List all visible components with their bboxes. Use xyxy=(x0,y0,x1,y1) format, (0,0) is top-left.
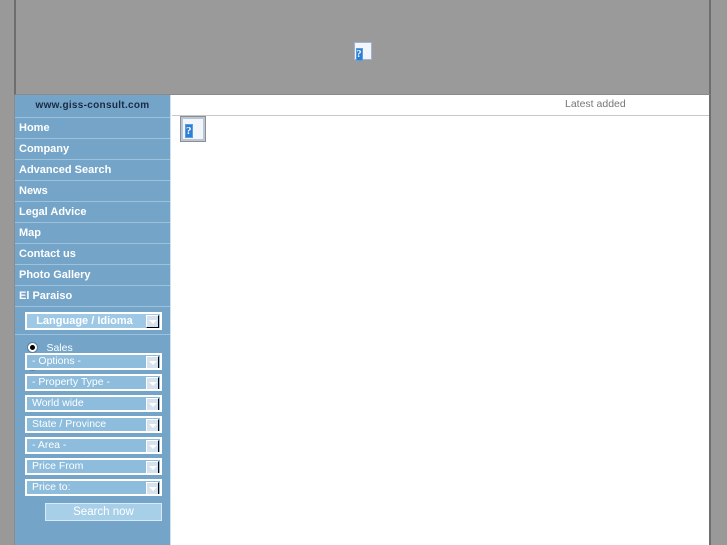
sidebar-item-advanced-search[interactable]: Advanced Search xyxy=(15,160,170,181)
property-type-select-value: - Property Type - xyxy=(32,376,111,388)
body-area: www.giss-consult.com Home Company Advanc… xyxy=(14,95,711,545)
property-type-select[interactable]: - Property Type - xyxy=(25,374,162,391)
area-select-value: - Area - xyxy=(32,439,67,451)
sidebar-item-photo-gallery[interactable]: Photo Gallery xyxy=(15,265,170,286)
chevron-down-icon[interactable] xyxy=(146,482,159,494)
chevron-down-icon[interactable] xyxy=(146,315,159,328)
sidebar-item-company[interactable]: Company xyxy=(15,139,170,160)
site-title: www.giss-consult.com xyxy=(15,95,170,118)
sidebar-item-legal-advice[interactable]: Legal Advice xyxy=(15,202,170,223)
sidebar-item-news[interactable]: News xyxy=(15,181,170,202)
price-to-select[interactable]: Price to: xyxy=(25,479,162,496)
sidebar-item-contact-us[interactable]: Contact us xyxy=(15,244,170,265)
broken-image-glyph: ? xyxy=(185,124,193,138)
sidebar: www.giss-consult.com Home Company Advanc… xyxy=(15,95,171,545)
options-select[interactable]: - Options - xyxy=(25,353,162,370)
broken-image-glyph: ? xyxy=(355,48,363,61)
sidebar-item-map[interactable]: Map xyxy=(15,223,170,244)
latest-added-label: Latest added xyxy=(565,98,626,110)
country-select-row: World wide xyxy=(15,395,170,412)
price-to-select-row: Price to: xyxy=(15,479,170,496)
price-from-select-row: Price From xyxy=(15,458,170,475)
price-to-select-value: Price to: xyxy=(32,481,71,493)
sidebar-item-el-paraiso[interactable]: El Paraiso xyxy=(15,286,170,307)
price-from-select[interactable]: Price From xyxy=(25,458,162,475)
broken-image-icon[interactable]: ? xyxy=(353,42,372,61)
sidebar-item-home[interactable]: Home xyxy=(15,118,170,139)
area-select-row: - Area - xyxy=(15,437,170,454)
price-from-select-value: Price From xyxy=(32,460,84,472)
language-select-value: Language / Idioma xyxy=(36,315,133,327)
chevron-down-icon[interactable] xyxy=(146,440,159,452)
options-select-row: - Options - xyxy=(15,353,170,370)
search-now-button[interactable]: Search now xyxy=(45,503,162,521)
broken-image-icon[interactable]: ? xyxy=(180,116,206,142)
state-province-select[interactable]: State / Province xyxy=(25,416,162,433)
area-select[interactable]: - Area - xyxy=(25,437,162,454)
chevron-down-icon[interactable] xyxy=(146,419,159,431)
country-select[interactable]: World wide xyxy=(25,395,162,412)
radio-sales-icon[interactable] xyxy=(27,342,38,353)
content-header: Latest added xyxy=(172,95,709,116)
page-root: ? www.giss-consult.com Home Company Adva… xyxy=(0,0,727,545)
property-search-form: Language / Idioma Sales Rentals xyxy=(15,307,170,521)
chevron-down-icon[interactable] xyxy=(146,356,159,368)
header-banner: ? xyxy=(14,0,711,95)
listing-type-radio-row: Sales Rentals xyxy=(15,334,170,372)
search-button-row: Search now xyxy=(15,500,170,521)
language-select[interactable]: Language / Idioma xyxy=(25,312,162,330)
language-select-row: Language / Idioma xyxy=(15,312,170,330)
chevron-down-icon[interactable] xyxy=(146,398,159,410)
chevron-down-icon[interactable] xyxy=(146,461,159,473)
state-province-select-value: State / Province xyxy=(32,418,107,430)
state-province-select-row: State / Province xyxy=(15,416,170,433)
country-select-value: World wide xyxy=(32,397,84,409)
content-pane: Latest added ? xyxy=(172,95,709,545)
options-select-value: - Options - xyxy=(32,355,82,367)
property-type-select-row: - Property Type - xyxy=(15,374,170,391)
chevron-down-icon[interactable] xyxy=(146,377,159,389)
